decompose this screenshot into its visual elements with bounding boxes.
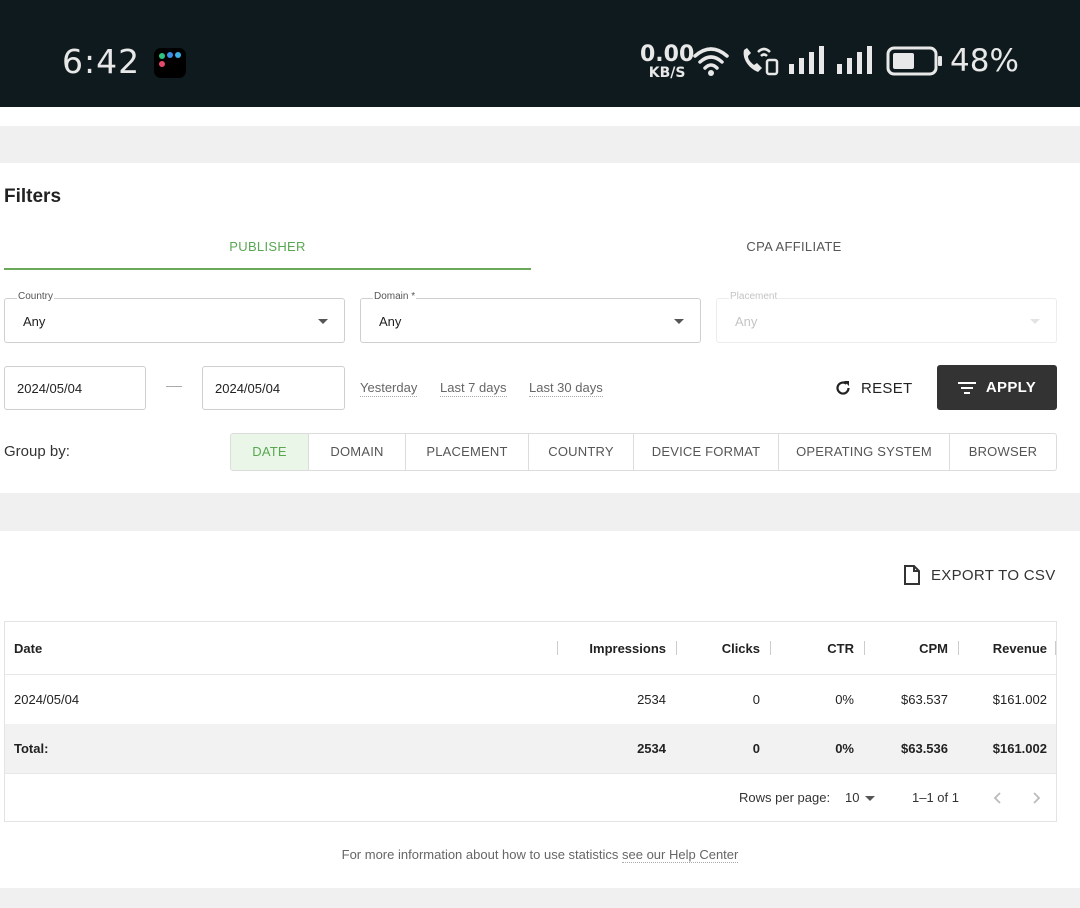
filters-title: Filters [4, 186, 62, 207]
file-icon [904, 565, 920, 585]
group-by-operating-system[interactable]: OPERATING SYSTEM [779, 434, 950, 470]
date-from-input[interactable]: 2024/05/04 [4, 366, 146, 410]
date-range-separator [166, 386, 182, 387]
group-by-toggle: DATE DOMAIN PLACEMENT COUNTRY DEVICE FOR… [230, 433, 1057, 471]
domain-value: Any [379, 314, 402, 329]
export-csv-button[interactable]: EXPORT TO CSV [903, 565, 1056, 585]
pagination-range: 1–1 of 1 [912, 790, 959, 805]
group-by-browser[interactable]: BROWSER [950, 434, 1056, 470]
group-by-date[interactable]: DATE [231, 434, 309, 470]
column-header-ctr[interactable]: CTR [827, 641, 854, 656]
total-label: Total: [14, 741, 49, 756]
domain-select[interactable]: Domain * Any [360, 291, 701, 343]
wifi-icon [693, 47, 729, 76]
country-value: Any [23, 314, 46, 329]
column-header-date[interactable]: Date [14, 641, 42, 656]
battery-percent: 48% [950, 43, 1019, 79]
column-header-impressions[interactable]: Impressions [589, 641, 666, 656]
help-footer: For more information about how to use st… [0, 847, 1080, 863]
placement-value: Any [735, 314, 758, 329]
total-clicks: 0 [752, 741, 760, 756]
export-csv-label: EXPORT TO CSV [931, 566, 1056, 584]
group-by-country[interactable]: COUNTRY [529, 434, 634, 470]
total-impressions: 2534 [637, 741, 666, 756]
signal-1-icon [789, 46, 824, 74]
column-separator [770, 641, 771, 655]
top-card-edge [0, 107, 1080, 126]
row-divider [5, 674, 1056, 675]
column-separator [958, 641, 959, 655]
chevron-down-icon [1030, 319, 1040, 324]
chevron-right-icon[interactable] [1030, 791, 1042, 805]
placement-label: Placement [729, 291, 779, 302]
cell-impressions: 2534 [637, 692, 666, 707]
clock: 6:42 [62, 42, 141, 81]
total-revenue: $161.002 [992, 741, 1047, 756]
country-select[interactable]: Country Any [4, 291, 345, 343]
rows-per-page-label: Rows per page: [739, 790, 831, 805]
tab-cpa-affiliate[interactable]: CPA AFFILIATE [531, 226, 1057, 270]
status-bar: 6:42 0.00 KB/S 48% [0, 0, 1080, 107]
total-cpm: $63.536 [901, 741, 948, 756]
filter-icon [957, 381, 976, 394]
wifi-calling-icon [743, 47, 779, 76]
group-by-device-format[interactable]: DEVICE FORMAT [634, 434, 779, 470]
tab-publisher[interactable]: PUBLISHER [4, 226, 531, 270]
date-to-input[interactable]: 2024/05/04 [202, 366, 345, 410]
app-notification-icon [154, 48, 186, 78]
total-row [5, 724, 1056, 773]
cell-date: 2024/05/04 [14, 692, 80, 707]
total-ctr: 0% [835, 741, 854, 756]
signal-2-icon [837, 46, 872, 74]
group-by-label: Group by: [4, 443, 70, 460]
column-header-clicks[interactable]: Clicks [722, 641, 760, 656]
column-separator [557, 641, 558, 655]
quick-range-yesterday[interactable]: Yesterday [360, 380, 418, 397]
column-header-revenue[interactable]: Revenue [993, 641, 1047, 656]
group-by-placement[interactable]: PLACEMENT [406, 434, 529, 470]
refresh-icon [836, 381, 850, 395]
domain-label: Domain * [373, 291, 417, 302]
placement-select: Placement Any [716, 291, 1057, 343]
country-label: Country [17, 291, 55, 302]
apply-button[interactable]: APPLY [937, 365, 1057, 410]
chevron-down-icon[interactable] [865, 796, 875, 801]
cell-clicks: 0 [752, 692, 760, 707]
rows-per-page-select[interactable]: 10 [845, 790, 859, 805]
help-center-link[interactable]: see our Help Center [622, 847, 739, 863]
cell-ctr: 0% [835, 692, 854, 707]
quick-range-last-7-days[interactable]: Last 7 days [440, 380, 507, 397]
column-header-cpm[interactable]: CPM [919, 641, 948, 656]
apply-label: APPLY [985, 379, 1037, 396]
column-separator [676, 641, 677, 655]
statistics-table: Date Impressions Clicks CTR CPM Revenue … [4, 621, 1057, 822]
column-separator [1055, 641, 1056, 655]
help-text: For more information about how to use st… [341, 847, 622, 862]
reset-label: RESET [861, 379, 913, 397]
column-separator [864, 641, 865, 655]
quick-range-last-30-days[interactable]: Last 30 days [529, 380, 603, 397]
chevron-left-icon[interactable] [992, 791, 1004, 805]
battery-icon [886, 46, 942, 76]
network-speed: 0.00 KB/S [640, 42, 695, 81]
group-by-domain[interactable]: DOMAIN [309, 434, 406, 470]
cell-revenue: $161.002 [992, 692, 1047, 707]
row-divider [5, 773, 1056, 774]
chevron-down-icon [674, 319, 684, 324]
cell-cpm: $63.537 [901, 692, 948, 707]
chevron-down-icon [318, 319, 328, 324]
reset-button[interactable]: RESET [828, 366, 924, 410]
